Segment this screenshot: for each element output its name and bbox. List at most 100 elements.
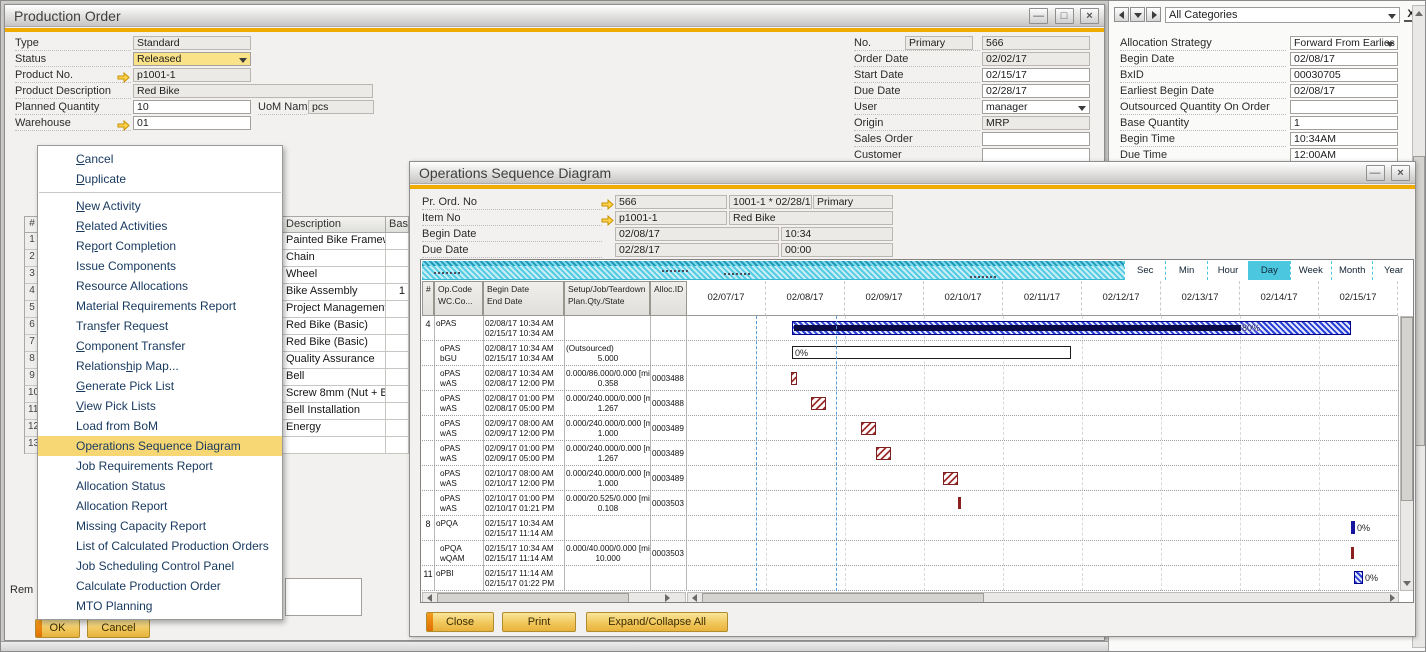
field-order-date[interactable]: 02/02/17 xyxy=(982,52,1090,66)
scale-button-day[interactable]: Day xyxy=(1248,261,1289,280)
gantt-date-header[interactable]: 02/10/17 xyxy=(924,281,1003,316)
grid-cell-base[interactable] xyxy=(386,386,409,403)
minimize-button[interactable]: — xyxy=(1029,8,1048,24)
dialog-field-value[interactable]: 02/08/17 xyxy=(615,227,779,241)
nav-menu-button[interactable] xyxy=(1130,7,1145,22)
panel-field-earliest-begin-date[interactable]: 02/08/17 xyxy=(1290,84,1398,98)
field-warehouse[interactable]: 01 xyxy=(133,116,251,130)
gantt-vscrollbar[interactable] xyxy=(1400,316,1414,591)
menu-item-list-of-calculated-production-orders[interactable]: List of Calculated Production Orders xyxy=(38,536,282,556)
scale-button-sec[interactable]: Sec xyxy=(1124,261,1165,280)
field-planned-quantity[interactable]: 10 xyxy=(133,100,251,114)
menu-item-new-activity[interactable]: New Activity xyxy=(38,196,282,216)
gantt-date-header[interactable]: 02/13/17 xyxy=(1161,281,1240,316)
po-titlebar[interactable]: Production Order xyxy=(5,5,1104,27)
nav-forward-button[interactable] xyxy=(1146,7,1161,22)
menu-item-resource-allocations[interactable]: Resource Allocations xyxy=(38,276,282,296)
scrollbar-thumb[interactable] xyxy=(702,593,984,603)
field-status[interactable]: Released xyxy=(133,52,251,66)
dialog-close-icon[interactable]: × xyxy=(1391,165,1410,181)
scale-button-min[interactable]: Min xyxy=(1165,261,1206,280)
menu-item-allocation-status[interactable]: Allocation Status xyxy=(38,476,282,496)
grid-cell-description[interactable]: Project Management xyxy=(283,301,386,318)
table-hscrollbar[interactable] xyxy=(422,592,686,603)
field-due-date[interactable]: 02/28/17 xyxy=(982,84,1090,98)
gantt-bar-outsourced[interactable] xyxy=(792,346,1071,359)
grid-cell-base[interactable] xyxy=(386,301,409,318)
grid-cell-description[interactable]: Screw 8mm (Nut + B xyxy=(283,386,386,403)
dialog-field-value[interactable]: 1001-1 * 02/28/17 xyxy=(729,195,812,209)
grid-cell-description[interactable] xyxy=(283,437,386,454)
dialog-field-value[interactable]: 10:34 xyxy=(781,227,893,241)
grid-cell-base[interactable]: 1 xyxy=(386,284,409,301)
scroll-left-button[interactable] xyxy=(423,593,436,603)
grid-cell-description[interactable]: Energy xyxy=(283,420,386,437)
grid-cell-description[interactable]: Bell Installation xyxy=(283,403,386,420)
link-arrow-icon[interactable] xyxy=(601,197,614,208)
gantt-column-header[interactable]: Setup/Job/TeardownPlan.Qty./State xyxy=(564,281,650,316)
field-type[interactable]: Standard xyxy=(133,36,251,50)
scroll-down-button[interactable] xyxy=(1401,576,1413,590)
link-arrow-icon[interactable] xyxy=(601,213,614,224)
menu-item-calculate-production-order[interactable]: Calculate Production Order xyxy=(38,576,282,596)
gantt-bar-operation[interactable] xyxy=(1354,571,1363,584)
nav-back-button[interactable] xyxy=(1114,7,1129,22)
osd-titlebar[interactable]: Operations Sequence Diagram xyxy=(410,162,1415,184)
scale-button-hour[interactable]: Hour xyxy=(1207,261,1248,280)
gantt-column-header[interactable]: Op.CodeWC.Co... xyxy=(434,281,483,316)
grid-cell-base[interactable] xyxy=(386,369,409,386)
gantt-date-header[interactable]: 02/12/17 xyxy=(1082,281,1161,316)
grid-cell-base[interactable] xyxy=(386,335,409,352)
gantt-date-header[interactable]: 02/11/17 xyxy=(1003,281,1082,316)
grid-cell-description[interactable]: Red Bike (Basic) xyxy=(283,318,386,335)
field-customer[interactable] xyxy=(982,148,1090,162)
gantt-bar-operation[interactable] xyxy=(791,372,797,385)
grid-header-base[interactable]: Base xyxy=(386,217,409,233)
gantt-bar-operation[interactable] xyxy=(1351,521,1355,534)
menu-item-load-from-bom[interactable]: Load from BoM xyxy=(38,416,282,436)
grid-cell-description[interactable]: Painted Bike Framew xyxy=(283,233,386,250)
gantt-bar-operation[interactable] xyxy=(943,472,958,485)
menu-item-material-requirements-report[interactable]: Material Requirements Report xyxy=(38,296,282,316)
grid-cell-description[interactable]: Bell xyxy=(283,369,386,386)
field-product-no-[interactable]: p1001-1 xyxy=(133,68,251,82)
panel-field-bxid[interactable]: 00030705 xyxy=(1290,68,1398,82)
menu-item-view-pick-lists[interactable]: View Pick Lists xyxy=(38,396,282,416)
grid-cell-base[interactable] xyxy=(386,250,409,267)
dialog-field-value[interactable]: p1001-1 xyxy=(615,211,727,225)
menu-item-transfer-request[interactable]: Transfer Request xyxy=(38,316,282,336)
dialog-field-value[interactable]: 566 xyxy=(615,195,727,209)
grid-header-description[interactable]: Description xyxy=(283,217,386,233)
menu-item-missing-capacity-report[interactable]: Missing Capacity Report xyxy=(38,516,282,536)
ok-button[interactable]: OK xyxy=(35,619,80,638)
grid-cell-base[interactable] xyxy=(386,352,409,369)
menu-item-issue-components[interactable]: Issue Components xyxy=(38,256,282,276)
grid-cell-base[interactable] xyxy=(386,318,409,335)
grid-cell-description[interactable]: Red Bike (Basic) xyxy=(283,335,386,352)
dialog-field-value[interactable]: Red Bike xyxy=(729,211,893,225)
field-product-description[interactable]: Red Bike xyxy=(133,84,373,98)
panel-field-begin-time[interactable]: 10:34AM xyxy=(1290,132,1398,146)
gantt-bar-operation[interactable] xyxy=(958,497,961,509)
field-origin[interactable]: MRP xyxy=(982,116,1090,130)
menu-item-component-transfer[interactable]: Component Transfer xyxy=(38,336,282,356)
dialog-minimize-button[interactable]: — xyxy=(1366,165,1385,181)
menu-item-mto-planning[interactable]: MTO Planning xyxy=(38,596,282,616)
dialog-field-value[interactable]: 00:00 xyxy=(781,243,893,257)
gantt-date-header[interactable]: 02/15/17 xyxy=(1319,281,1398,316)
menu-item-operations-sequence-diagram[interactable]: Operations Sequence Diagram xyxy=(38,436,282,456)
grid-cell-description[interactable]: Quality Assurance xyxy=(283,352,386,369)
print-button[interactable]: Print xyxy=(502,612,576,632)
close-button[interactable]: × xyxy=(1080,8,1099,24)
scale-button-year[interactable]: Year xyxy=(1372,261,1413,280)
maximize-button[interactable]: □ xyxy=(1055,8,1074,24)
field-start-date[interactable]: 02/15/17 xyxy=(982,68,1090,82)
grid-cell-description[interactable]: Chain xyxy=(283,250,386,267)
grid-cell-base[interactable] xyxy=(386,420,409,437)
scroll-up-button[interactable] xyxy=(1413,6,1425,20)
gantt-bar-operation[interactable] xyxy=(1351,547,1354,559)
field-no-series[interactable]: Primary xyxy=(905,36,973,50)
gantt-date-header[interactable]: 02/09/17 xyxy=(845,281,924,316)
field-user[interactable]: manager xyxy=(982,100,1090,114)
dialog-field-value[interactable]: 02/28/17 xyxy=(615,243,779,257)
